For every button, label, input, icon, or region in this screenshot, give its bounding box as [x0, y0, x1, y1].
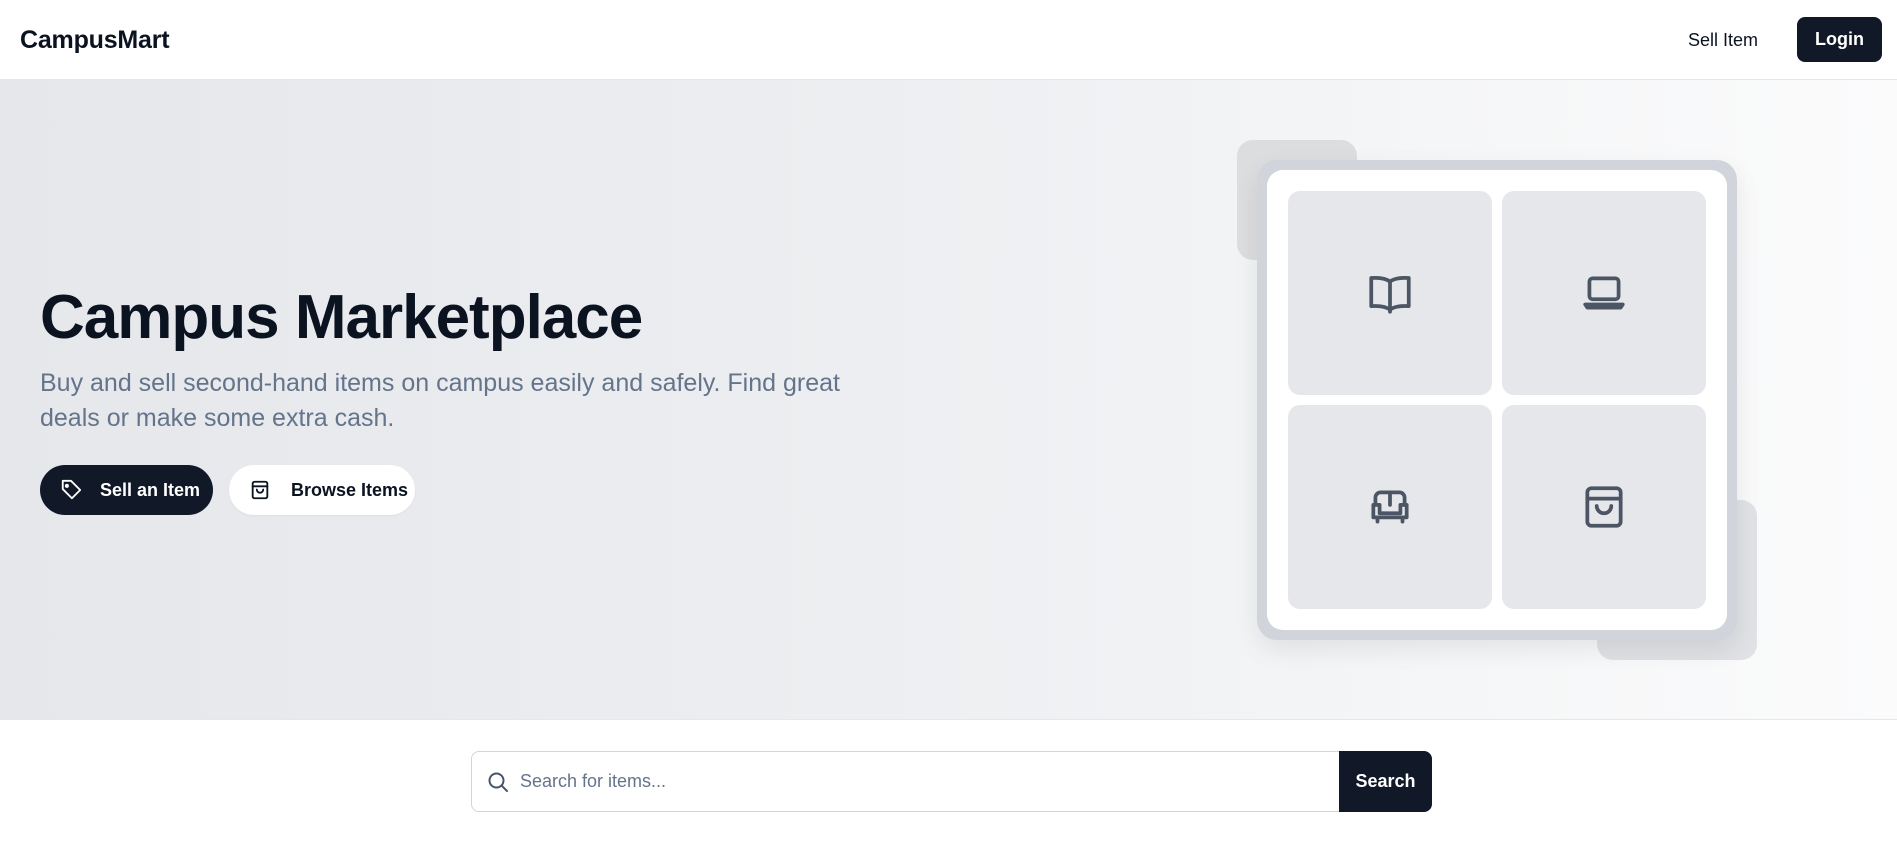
book-icon: [1369, 275, 1411, 314]
sofa-icon: [1371, 490, 1409, 524]
browse-items-button[interactable]: Browse Items: [229, 465, 415, 515]
illustration-card: [1267, 170, 1727, 630]
top-navbar: CampusMart Sell Item Login: [0, 0, 1897, 80]
tile-furniture: [1288, 405, 1492, 609]
brand-logo[interactable]: CampusMart: [20, 26, 170, 55]
laptop-icon: [1583, 276, 1625, 310]
shopping-bag-icon: [249, 479, 271, 501]
nav-sell-item-link[interactable]: Sell Item: [1676, 17, 1770, 63]
search-icon: [486, 770, 510, 794]
tag-icon: [60, 479, 82, 501]
sell-an-item-button[interactable]: Sell an Item: [40, 465, 213, 515]
marketplace-illustration: [1257, 160, 1737, 640]
search-button[interactable]: Search: [1339, 751, 1432, 812]
tile-bags: [1502, 405, 1706, 609]
browse-items-label: Browse Items: [291, 479, 409, 500]
search-input[interactable]: [520, 752, 1320, 811]
hero-section: Campus Marketplace Buy and sell second-h…: [0, 80, 1897, 720]
search-bar: Search: [471, 751, 1432, 812]
tile-laptops: [1502, 191, 1706, 395]
sell-an-item-label: Sell an Item: [100, 479, 201, 500]
hero-title: Campus Marketplace: [40, 283, 643, 352]
hero-subtitle: Buy and sell second-hand items on campus…: [40, 369, 840, 432]
login-button[interactable]: Login: [1797, 17, 1882, 62]
tile-books: [1288, 191, 1492, 395]
shopping-bag-icon: [1585, 486, 1623, 528]
